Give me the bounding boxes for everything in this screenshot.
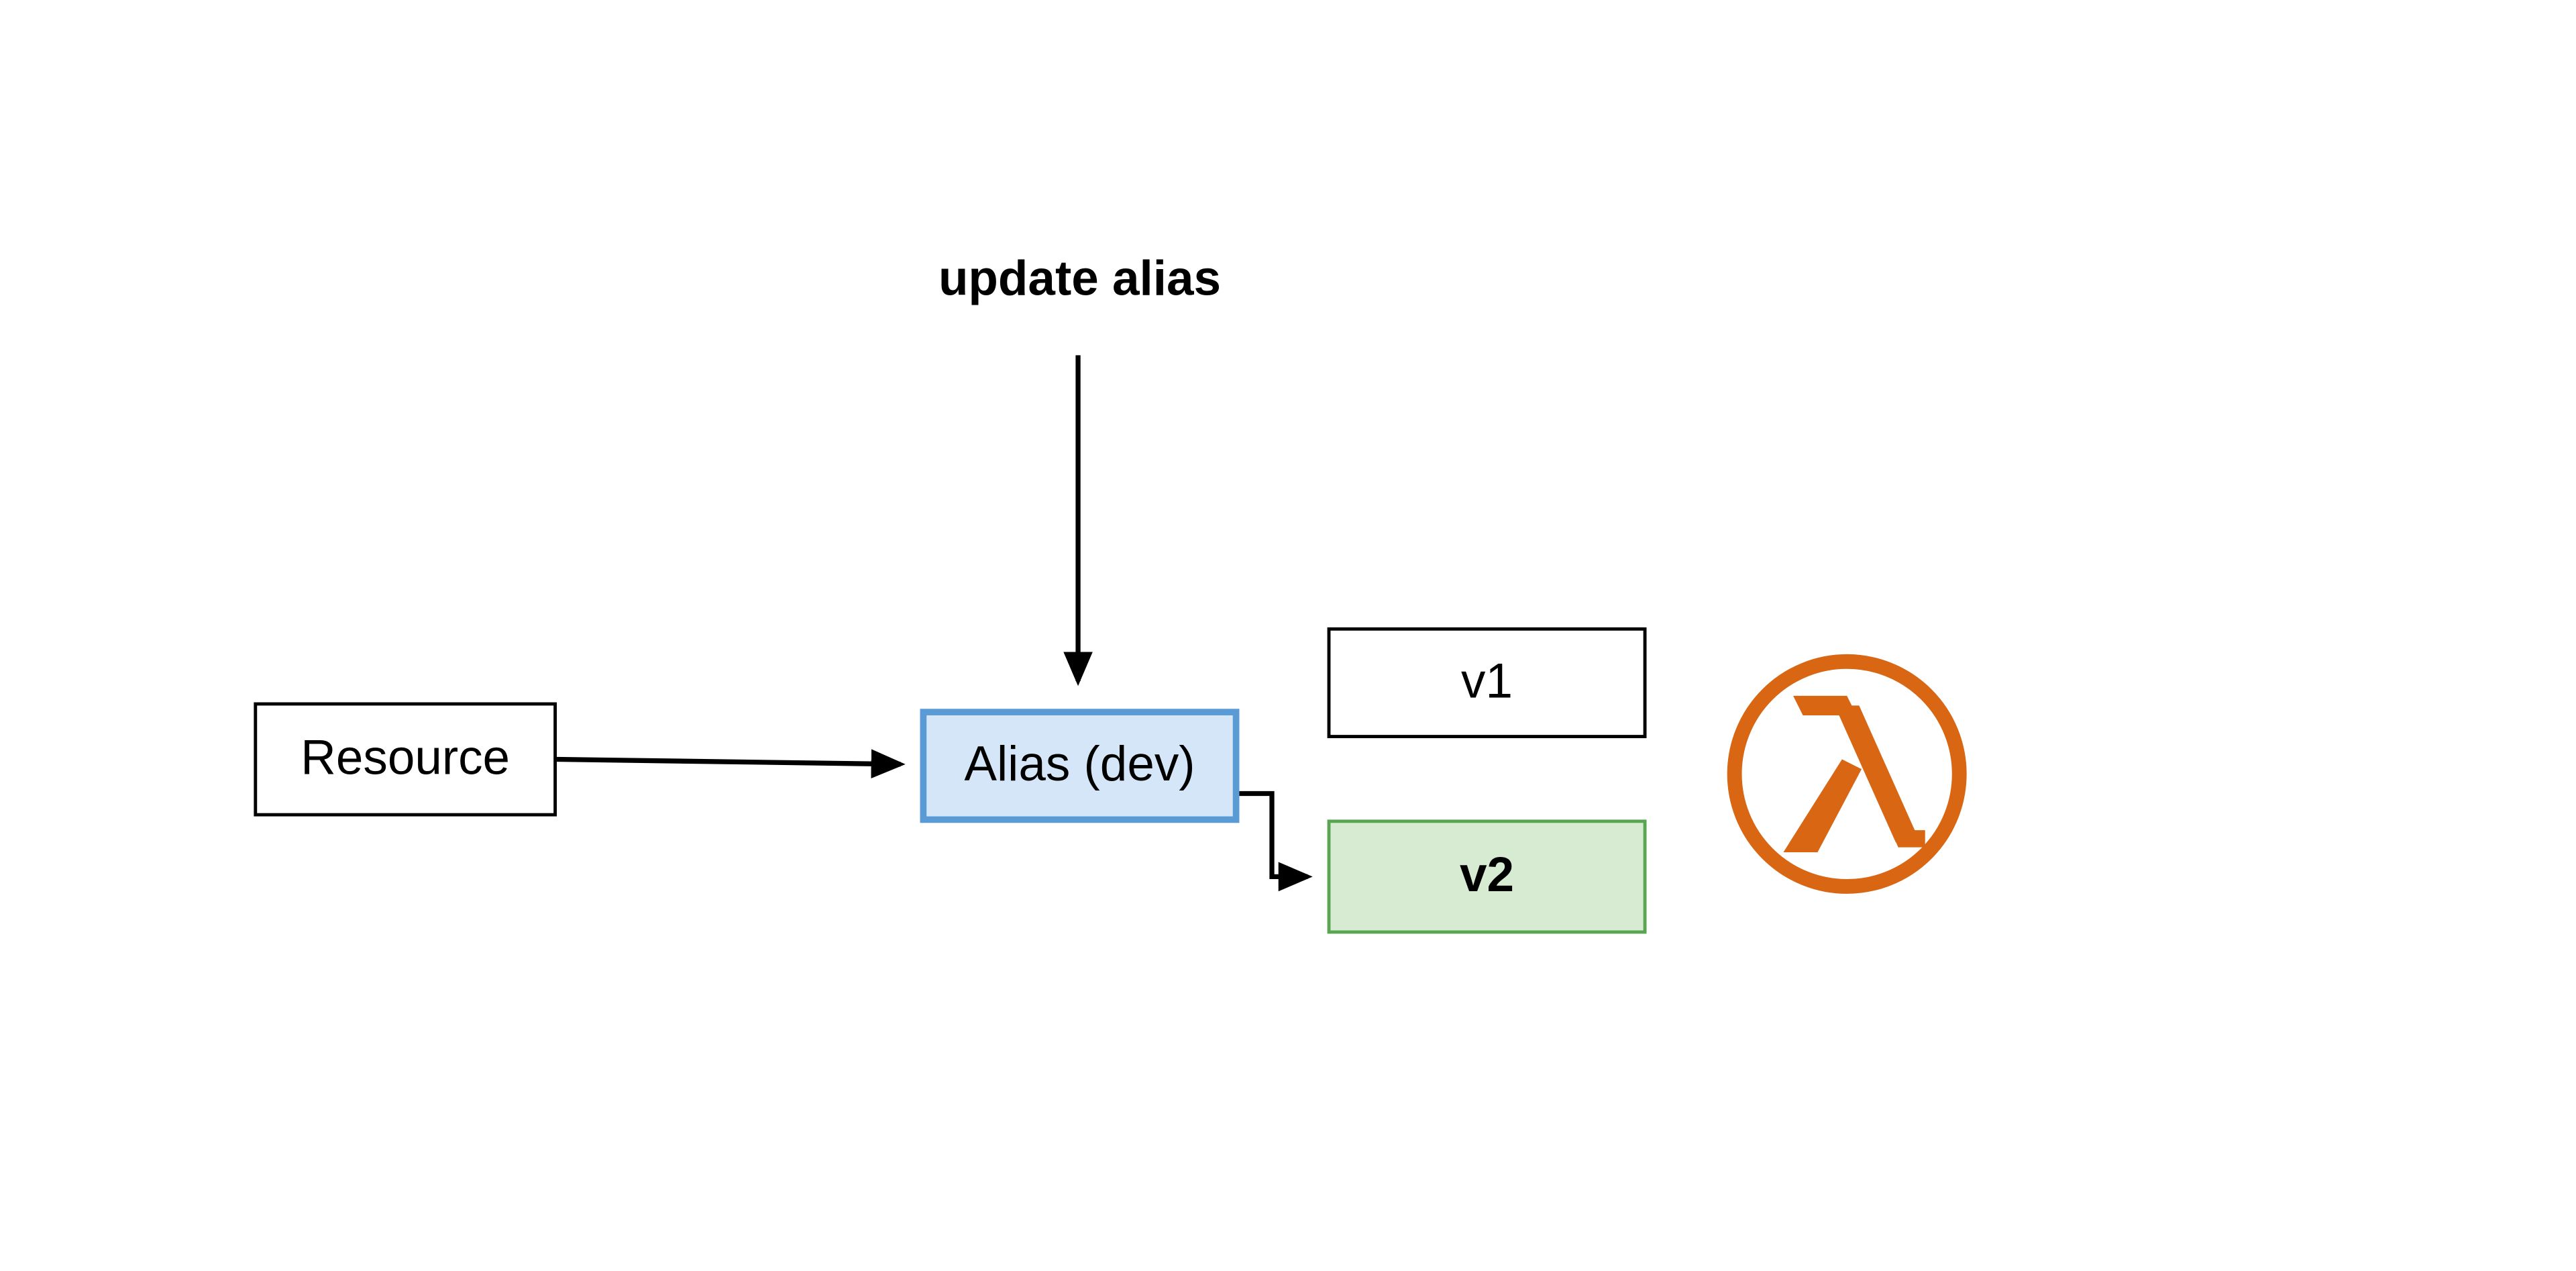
arrow-alias-to-v2 bbox=[1239, 794, 1307, 877]
version-v2-box: v2 bbox=[1327, 819, 1646, 933]
diagram-arrows bbox=[1, 0, 2575, 1271]
aws-lambda-icon bbox=[1725, 652, 1969, 896]
resource-box: Resource bbox=[254, 703, 557, 817]
resource-box-text: Resource bbox=[301, 731, 510, 787]
version-v1-box: v1 bbox=[1327, 627, 1646, 738]
arrow-resource-to-alias bbox=[557, 760, 900, 764]
update-alias-label: update alias bbox=[881, 252, 1278, 308]
version-v2-text: v2 bbox=[1460, 849, 1514, 905]
alias-box: Alias (dev) bbox=[920, 709, 1239, 823]
version-v1-text: v1 bbox=[1461, 655, 1513, 711]
alias-box-text: Alias (dev) bbox=[964, 738, 1195, 794]
